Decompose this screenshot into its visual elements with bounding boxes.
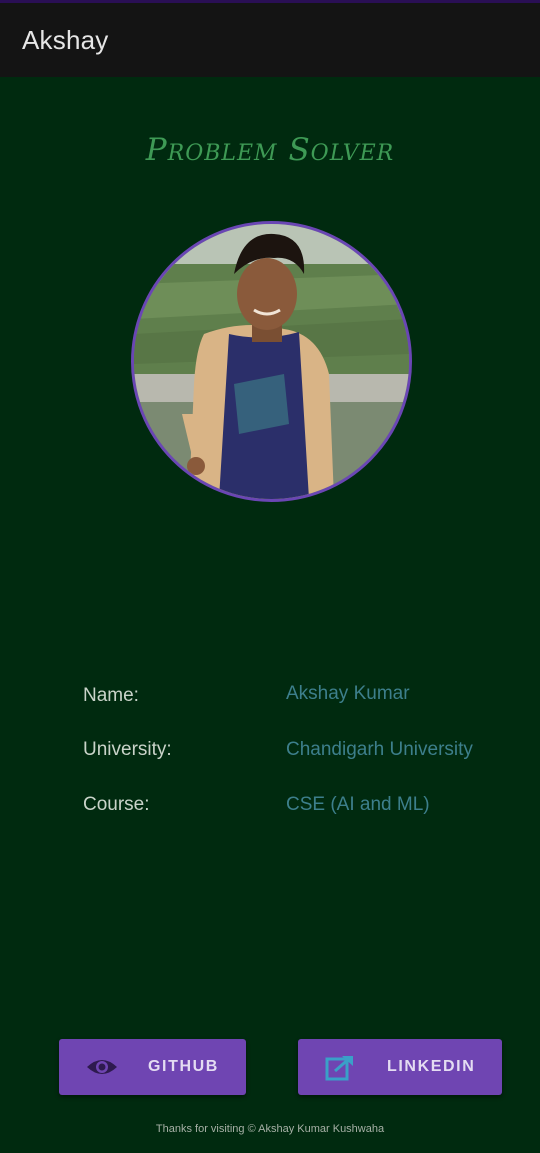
profile-photo (134, 224, 409, 499)
info-row-university: University: Chandigarh University (0, 739, 540, 769)
info-value-name: Akshay Kumar (286, 683, 410, 704)
info-label-course: Course: (83, 794, 150, 815)
info-value-course: CSE (AI and ML) (286, 794, 430, 815)
app-bar: Akshay (0, 3, 540, 77)
linkedin-button-label: LINKEDIN (387, 1058, 476, 1075)
profile-avatar (131, 221, 412, 502)
info-label-name: Name: (83, 685, 139, 706)
eye-icon (85, 1053, 119, 1081)
share-icon (324, 1053, 358, 1081)
github-button[interactable]: GITHUB (59, 1039, 246, 1095)
linkedin-button[interactable]: LINKEDIN (298, 1039, 502, 1095)
tagline: Problem Solver (145, 132, 395, 168)
footer-text: Thanks for visiting © Akshay Kumar Kushw… (155, 1123, 385, 1135)
info-value-university: Chandigarh University (286, 739, 473, 760)
info-row-course: Course: CSE (AI and ML) (0, 794, 540, 824)
app-title: Akshay (22, 25, 109, 55)
github-button-label: GITHUB (148, 1058, 219, 1075)
info-label-university: University: (83, 739, 172, 760)
info-row-name: Name: Akshay Kumar (0, 683, 540, 713)
